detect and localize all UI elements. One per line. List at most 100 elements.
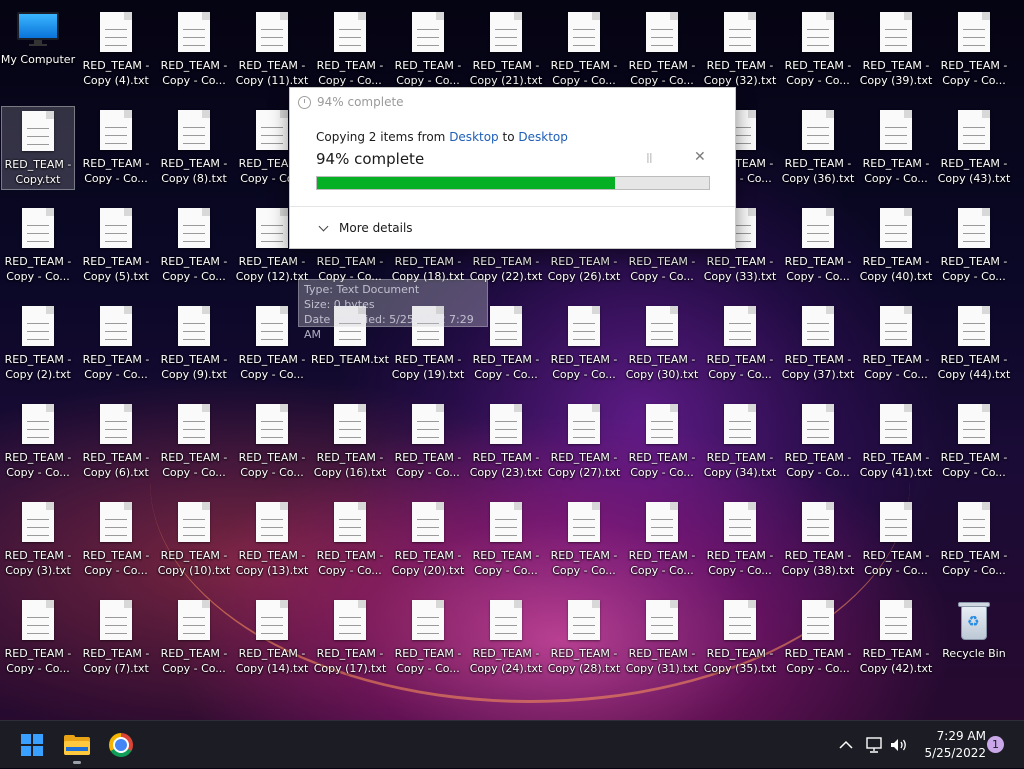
desktop-icon-label: RED_TEAM - Copy (2).txt: [4, 353, 72, 381]
desktop-icon-file[interactable]: RED_TEAM - Copy (16).txt: [313, 400, 387, 484]
desktop-icon-file[interactable]: RED_TEAM - Copy (27).txt: [547, 400, 621, 484]
desktop-icon-file[interactable]: RED_TEAM - Copy (37).txt: [781, 302, 855, 386]
desktop-icon-file[interactable]: RED_TEAM - Copy - Co...: [79, 302, 153, 386]
desktop-icon-file[interactable]: RED_TEAM - Copy (34).txt: [703, 400, 777, 484]
desktop-icon-file[interactable]: RED_TEAM - Copy (6).txt: [79, 400, 153, 484]
desktop-icon-file[interactable]: RED_TEAM - Copy - Co...: [157, 400, 231, 484]
desktop-icon-file[interactable]: RED_TEAM - Copy (39).txt: [859, 8, 933, 92]
desktop-icon-file[interactable]: RED_TEAM - Copy (10).txt: [157, 498, 231, 582]
desktop-icon-file[interactable]: RED_TEAM - Copy - Co...: [625, 400, 699, 484]
desktop-icon-file[interactable]: RED_TEAM - Copy - Co...: [937, 498, 1011, 582]
start-button[interactable]: [12, 725, 52, 765]
text-file-icon: [880, 404, 912, 444]
desktop-icon-file[interactable]: RED_TEAM - Copy (28).txt: [547, 596, 621, 680]
file-explorer-button[interactable]: [57, 725, 97, 765]
desktop-icon-file[interactable]: RED_TEAM - Copy - Co...: [781, 204, 855, 288]
desktop-icon-file[interactable]: RED_TEAM - Copy (42).txt: [859, 596, 933, 680]
copy-progress-dialog[interactable]: 94% complete Copying 2 items from Deskto…: [289, 87, 736, 249]
desktop-icon-file[interactable]: RED_TEAM - Copy - Co...: [157, 596, 231, 680]
desktop-icon-file[interactable]: RED_TEAM - Copy - Co...: [391, 400, 465, 484]
desktop-icon-file[interactable]: RED_TEAM - Copy - Co...: [1, 400, 75, 484]
chrome-button[interactable]: [101, 725, 141, 765]
desktop-icon-file[interactable]: RED_TEAM - Copy - Co...: [625, 498, 699, 582]
desktop-icon-file[interactable]: RED_TEAM - Copy (5).txt: [79, 204, 153, 288]
desktop-icon-file[interactable]: RED_TEAM - Copy - Co...: [859, 302, 933, 386]
desktop-icon-file[interactable]: RED_TEAM - Copy - Co...: [1, 204, 75, 288]
desktop-icon-file[interactable]: RED_TEAM - Copy - Co...: [547, 8, 621, 92]
dialog-titlebar[interactable]: 94% complete: [290, 88, 735, 116]
desktop-icon-file[interactable]: RED_TEAM - Copy - Co...: [391, 596, 465, 680]
desktop-icon-file[interactable]: RED_TEAM - Copy - Co...: [1, 596, 75, 680]
desktop-icon-file[interactable]: RED_TEAM - Copy (3).txt: [1, 498, 75, 582]
desktop-icon-file[interactable]: RED_TEAM - Copy - Co...: [781, 8, 855, 92]
desktop-icon-file[interactable]: RED_TEAM - Copy - Co...: [703, 302, 777, 386]
text-file-icon: [412, 404, 444, 444]
desktop-icon-file[interactable]: RED_TEAM - Copy (41).txt: [859, 400, 933, 484]
desktop-icon-file[interactable]: RED_TEAM - Copy - Co...: [235, 400, 309, 484]
text-file-icon: [646, 600, 678, 640]
desktop-icon-file[interactable]: RED_TEAM - Copy (31).txt: [625, 596, 699, 680]
desktop-icon-file[interactable]: RED_TEAM - Copy (17).txt: [313, 596, 387, 680]
desktop-icon-recycle-bin[interactable]: ♻ Recycle Bin: [937, 596, 1011, 680]
desktop-icon-file[interactable]: RED_TEAM - Copy - Co...: [937, 204, 1011, 288]
desktop-icon-file[interactable]: RED_TEAM - Copy - Co...: [781, 400, 855, 484]
desktop-icon-file[interactable]: RED_TEAM - Copy (43).txt: [937, 106, 1011, 190]
desktop-icon-file[interactable]: RED_TEAM - Copy (9).txt: [157, 302, 231, 386]
desktop-icon-file[interactable]: RED_TEAM - Copy (13).txt: [235, 498, 309, 582]
desktop-icon-file[interactable]: RED_TEAM - Copy - Co...: [469, 498, 543, 582]
desktop-icon-file[interactable]: RED_TEAM - Copy (44).txt: [937, 302, 1011, 386]
desktop-icon-file[interactable]: RED_TEAM - Copy - Co...: [703, 498, 777, 582]
desktop-icon-label: RED_TEAM - Copy - Co...: [316, 59, 384, 87]
desktop-icon-file[interactable]: RED_TEAM - Copy (7).txt: [79, 596, 153, 680]
text-file-icon: [100, 404, 132, 444]
taskbar-clock[interactable]: 7:29 AM 5/25/2022: [906, 728, 996, 762]
desktop-icon-file[interactable]: RED_TEAM - Copy - Co...: [859, 106, 933, 190]
desktop-icon-file[interactable]: RED_TEAM - Copy (35).txt: [703, 596, 777, 680]
desktop-icon-file[interactable]: RED_TEAM - Copy (20).txt: [391, 498, 465, 582]
source-link[interactable]: Desktop: [449, 130, 499, 144]
text-file-icon: [256, 404, 288, 444]
desktop-icon-file[interactable]: RED_TEAM - Copy (21).txt: [469, 8, 543, 92]
desktop-icon-file[interactable]: RED_TEAM - Copy - Co...: [79, 106, 153, 190]
desktop-icon-file[interactable]: RED_TEAM - Copy (24).txt: [469, 596, 543, 680]
desktop-icon-file[interactable]: RED_TEAM - Copy - Co...: [781, 596, 855, 680]
desktop-icon-file[interactable]: RED_TEAM - Copy - Co...: [859, 498, 933, 582]
desktop-icon-file[interactable]: RED_TEAM - Copy (40).txt: [859, 204, 933, 288]
chevron-up-icon: [839, 740, 853, 749]
desktop-icon-file[interactable]: RED_TEAM - Copy - Co...: [157, 204, 231, 288]
desktop-icon-file[interactable]: RED_TEAM - Copy - Co...: [625, 8, 699, 92]
desktop-icon-label: RED_TEAM - Copy - Co...: [160, 451, 228, 479]
desktop-icon-file[interactable]: RED_TEAM - Copy (14).txt: [235, 596, 309, 680]
desktop-icon-file[interactable]: RED_TEAM - Copy - Co...: [157, 8, 231, 92]
desktop-icon-file[interactable]: RED_TEAM - Copy - Co...: [313, 498, 387, 582]
text-file-icon: [958, 12, 990, 52]
more-details-button[interactable]: More details: [318, 221, 413, 235]
desktop-icon-file[interactable]: RED_TEAM - Copy.txt: [1, 106, 75, 190]
desktop-icon-file[interactable]: RED_TEAM - Copy (32).txt: [703, 8, 777, 92]
desktop-icon-file[interactable]: RED_TEAM - Copy - Co...: [937, 8, 1011, 92]
notification-badge[interactable]: 1: [987, 736, 1004, 753]
desktop-icon-file[interactable]: RED_TEAM - Copy - Co...: [547, 498, 621, 582]
desktop-icon-file[interactable]: RED_TEAM - Copy (11).txt: [235, 8, 309, 92]
destination-link[interactable]: Desktop: [518, 130, 568, 144]
text-file-icon: [100, 600, 132, 640]
desktop-icon-file[interactable]: RED_TEAM - Copy (4).txt: [79, 8, 153, 92]
desktop-icon-my-computer[interactable]: My Computer: [1, 8, 75, 92]
desktop-icon-file[interactable]: RED_TEAM - Copy - Co...: [547, 302, 621, 386]
desktop-icon-file[interactable]: RED_TEAM - Copy (8).txt: [157, 106, 231, 190]
desktop-icon-file[interactable]: RED_TEAM - Copy - Co...: [79, 498, 153, 582]
show-hidden-icons-button[interactable]: [838, 721, 854, 769]
desktop[interactable]: My Computer RED_TEAM - Copy (4).txt RED_TE…: [0, 0, 1024, 720]
desktop-icon-file[interactable]: RED_TEAM - Copy - Co...: [937, 400, 1011, 484]
desktop-icon-file[interactable]: RED_TEAM - Copy (23).txt: [469, 400, 543, 484]
desktop-icon-file[interactable]: RED_TEAM - Copy (36).txt: [781, 106, 855, 190]
desktop-icon-file[interactable]: RED_TEAM - Copy (38).txt: [781, 498, 855, 582]
desktop-icon-file[interactable]: RED_TEAM - Copy - Co...: [391, 8, 465, 92]
desktop-icon-file[interactable]: RED_TEAM - Copy (2).txt: [1, 302, 75, 386]
desktop-icon-file[interactable]: RED_TEAM - Copy - Co...: [313, 8, 387, 92]
cancel-copy-button[interactable]: ✕: [694, 149, 706, 165]
desktop-icon-label: RED_TEAM - Copy - Co...: [4, 451, 72, 479]
desktop-icon-file[interactable]: RED_TEAM - Copy (30).txt: [625, 302, 699, 386]
pause-button[interactable]: II: [646, 152, 653, 167]
network-button[interactable]: [864, 721, 884, 769]
